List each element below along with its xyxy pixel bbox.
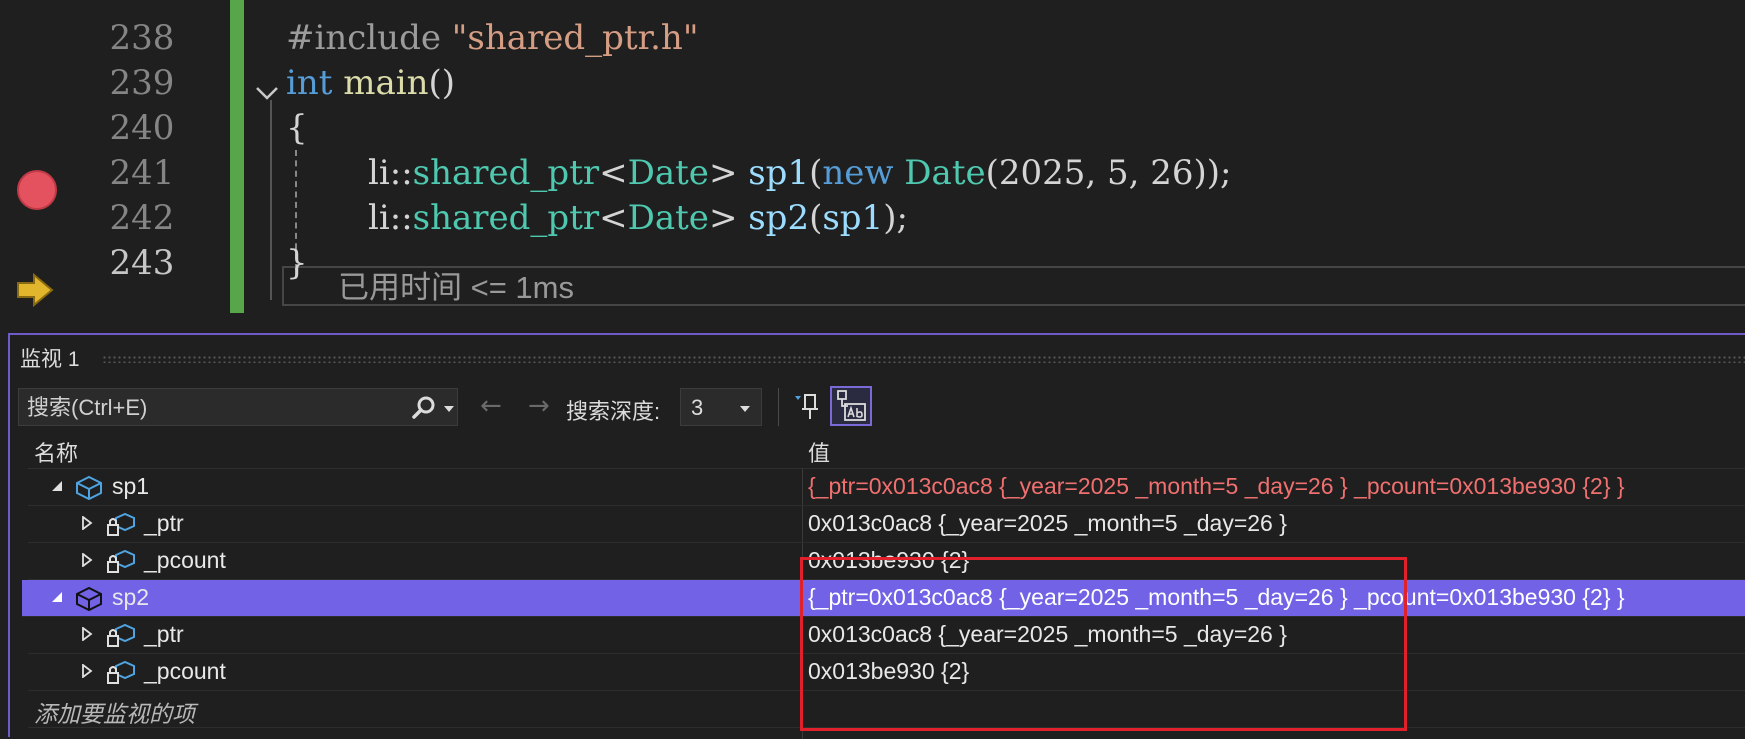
code-text: li::shared_ptr<Date> sp1(new Date(2025, … [368, 153, 1232, 193]
search-depth-value: 3 [691, 395, 704, 420]
variable-name: sp2 [112, 584, 150, 610]
code-line-243[interactable]: 243 } [0, 243, 1745, 313]
search-depth-select[interactable]: 3 [680, 388, 762, 426]
watch-window-title[interactable]: 监视 1 [20, 343, 80, 373]
variable-name: _ptr [144, 621, 184, 647]
line-number: 240 [109, 108, 175, 148]
watch-row-sp1[interactable]: sp1 {_ptr=0x013c0ac8 {_year=2025 _month=… [28, 469, 1745, 506]
line-number: 243 [109, 243, 175, 283]
hex-display-icon [837, 390, 866, 421]
toolbar-divider [778, 388, 779, 426]
pin-icon[interactable] [792, 390, 822, 422]
search-previous-button[interactable]: ← [480, 393, 502, 419]
expand-triangle-icon[interactable] [80, 627, 94, 641]
hexadecimal-display-button[interactable] [830, 386, 872, 426]
search-icon[interactable] [411, 395, 437, 421]
search-next-button[interactable]: → [528, 393, 550, 419]
watch-grid: 名称 值 sp1 {_ptr=0x013c0ac8 {_year=2025 _m… [22, 432, 1745, 739]
line-number: 242 [109, 198, 175, 238]
watch-toolbar: ← → 搜索深度: 3 [10, 382, 1745, 430]
collapse-triangle-icon[interactable] [50, 590, 64, 604]
title-bar-drag-grip[interactable] [102, 355, 1745, 363]
column-header-row: 名称 值 [28, 432, 1745, 469]
search-box[interactable] [18, 388, 458, 427]
expand-triangle-icon[interactable] [80, 664, 94, 678]
code-line-241[interactable]: 241 li::shared_ptr<Date> sp1(new Date(20… [0, 148, 1745, 198]
object-icon [76, 586, 102, 612]
private-member-lock-icon [107, 623, 135, 647]
variable-name: _ptr [144, 510, 184, 536]
code-line-238[interactable]: 238 #include "shared_ptr.h" [0, 13, 1745, 63]
variable-value[interactable]: 0x013c0ac8 {_year=2025 _month=5 _day=26 … [808, 510, 1287, 537]
chevron-down-icon[interactable] [443, 404, 455, 414]
search-depth-label: 搜索深度: [566, 399, 661, 424]
watch-window: 监视 1 ← → 搜索深度: 3 [8, 333, 1745, 739]
annotation-highlight-box [800, 557, 1407, 731]
search-input[interactable] [19, 389, 399, 427]
code-text: li::shared_ptr<Date> sp2(sp1); [368, 198, 908, 238]
variable-value[interactable]: {_ptr=0x013c0ac8 {_year=2025 _month=5 _d… [808, 473, 1625, 500]
code-editor[interactable]: 238 #include "shared_ptr.h" 239 int main… [0, 0, 1745, 330]
variable-name: _pcount [144, 658, 226, 684]
chevron-down-icon [740, 406, 750, 412]
expand-triangle-icon[interactable] [80, 516, 94, 530]
variable-name: sp1 [112, 473, 150, 499]
code-text: { [286, 108, 308, 148]
code-line-240[interactable]: 240 { [0, 103, 1745, 153]
code-text: int main() [286, 63, 456, 103]
watch-row-sp1-ptr[interactable]: _ptr 0x013c0ac8 {_year=2025 _month=5 _da… [28, 506, 1745, 543]
private-member-lock-icon [107, 549, 135, 573]
add-watch-item-placeholder[interactable]: 添加要监视的项 [34, 695, 195, 729]
private-member-lock-icon [107, 660, 135, 684]
column-header-name[interactable]: 名称 [34, 436, 78, 468]
line-number: 238 [109, 18, 175, 58]
code-text: #include "shared_ptr.h" [286, 18, 699, 58]
line-number: 239 [109, 63, 175, 103]
column-header-value[interactable]: 值 [808, 436, 830, 468]
elapsed-time-hint: 已用时间 <= 1ms [338, 270, 574, 305]
code-line-239[interactable]: 239 int main() [0, 58, 1745, 108]
collapse-triangle-icon[interactable] [50, 479, 64, 493]
code-text: } [286, 243, 308, 283]
private-member-lock-icon [107, 512, 135, 536]
object-icon [76, 475, 102, 501]
line-number: 241 [109, 153, 175, 193]
code-line-242[interactable]: 242 li::shared_ptr<Date> sp2(sp1); [0, 193, 1745, 243]
variable-name: _pcount [144, 547, 226, 573]
expand-triangle-icon[interactable] [80, 553, 94, 567]
